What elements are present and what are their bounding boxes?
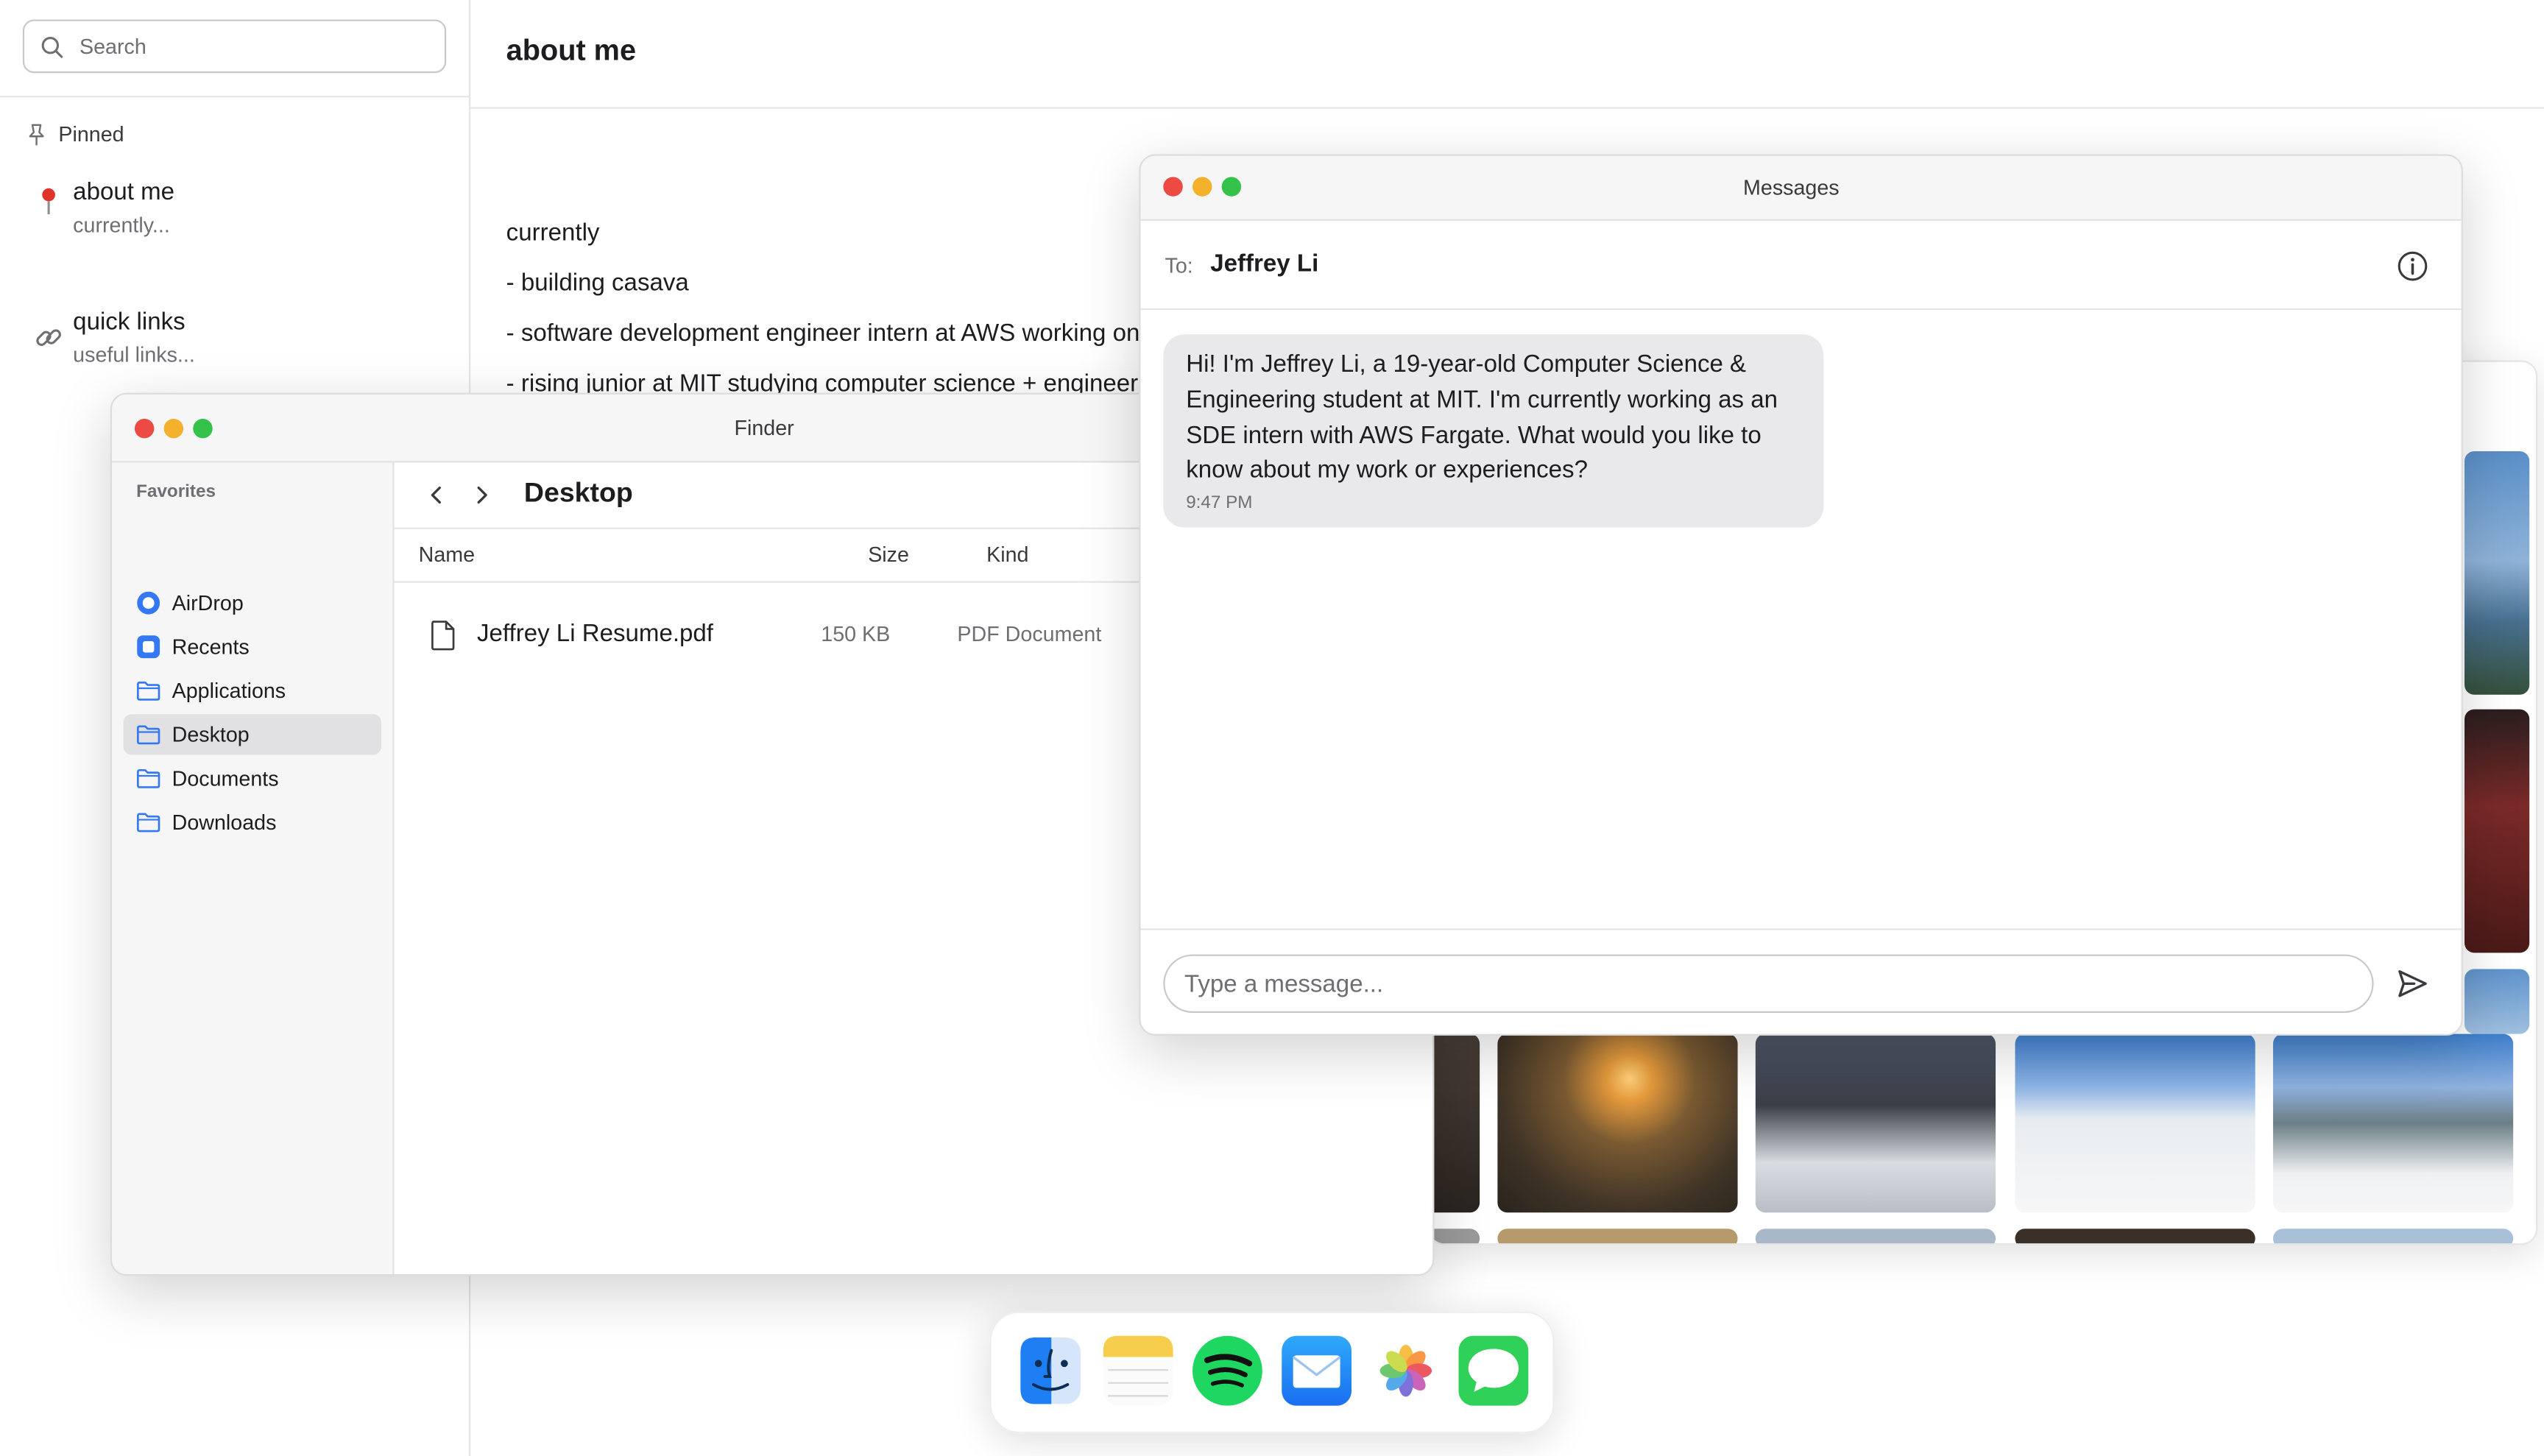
folder-icon [136,810,160,834]
info-icon [2398,251,2428,281]
photo-thumbnail[interactable] [2464,969,2530,1034]
pushpin-icon [32,185,65,225]
sidebar-divider [0,96,471,98]
messages-icon[interactable] [1457,1335,1530,1407]
note-body[interactable]: currently - building casava - software d… [506,208,1188,409]
message-bubble: Hi! I'm Jeffrey Li, a 19-year-old Comput… [1163,334,1824,528]
photo-thumbnail[interactable] [1497,1229,1738,1244]
note-preview: currently... [73,212,170,237]
finder-icon[interactable] [1014,1335,1087,1407]
message-timestamp: 9:47 PM [1186,493,1253,514]
sidebar-item-label: Applications [172,678,286,703]
message-text: Hi! I'm Jeffrey Li, a 19-year-old Comput… [1186,350,1778,484]
finder-sidebar: Favorites AirDrop Recents Applications D… [112,462,395,1275]
pinned-section-header: Pinned [26,121,124,146]
sidebar-item-label: Desktop [172,722,250,747]
messages-titlebar[interactable]: Messages [1140,155,2462,221]
compose-bar [1140,928,2462,1033]
file-size: 150 KB [821,621,891,646]
chevron-right-icon [477,486,487,504]
messages-window[interactable]: Messages To: Jeffrey Li Hi! I'm Jeffrey … [1139,154,2463,1036]
photo-thumbnail[interactable] [2464,451,2530,695]
back-button[interactable] [423,482,449,508]
sidebar-item-recents[interactable]: Recents [124,626,381,667]
column-header-kind[interactable]: Kind [986,543,1028,567]
messages-window-title: Messages [1743,175,1840,200]
dock [989,1311,1555,1434]
spotify-icon[interactable] [1191,1335,1264,1407]
sidebar-item-documents[interactable]: Documents [124,758,381,799]
note-line: currently [506,219,600,247]
link-icon [32,323,65,361]
favorites-label: Favorites [136,481,216,502]
sidebar-item-label: Documents [172,766,279,791]
message-input[interactable] [1163,954,2374,1013]
photo-thumbnail[interactable] [1429,1229,1480,1244]
mail-icon[interactable] [1280,1335,1353,1407]
send-icon [2398,970,2427,997]
folder-icon [136,766,160,791]
pinned-label: Pinned [58,121,124,146]
note-line: - building casava [506,269,689,297]
note-item-quick-links[interactable]: quick links useful links... [32,308,454,381]
forward-button[interactable] [469,482,495,508]
airdrop-icon [136,591,160,615]
sidebar-item-label: Downloads [172,810,277,835]
folder-icon [136,679,160,703]
desktop: Search Pinned about me currently... quic… [0,0,2544,1456]
info-button[interactable] [2396,250,2428,283]
note-item-about-me[interactable]: about me currently... [32,179,454,252]
sidebar-item-airdrop[interactable]: AirDrop [124,583,381,623]
file-kind: PDF Document [957,621,1102,646]
sidebar-item-label: AirDrop [172,590,244,615]
photo-thumbnail[interactable] [1755,1229,1996,1244]
note-title-heading: about me [506,34,637,67]
chevron-left-icon [431,486,441,504]
note-line: - software development engineer intern a… [506,319,1140,347]
notes-search-field[interactable]: Search [22,19,447,74]
document-icon [430,620,456,657]
photo-thumbnail[interactable] [2272,1229,2514,1244]
photo-thumbnail[interactable] [1497,1033,1738,1213]
sidebar-item-applications[interactable]: Applications [124,671,381,711]
photo-thumbnail[interactable] [1429,1033,1480,1213]
photo-thumbnail[interactable] [2272,1033,2514,1213]
photo-thumbnail[interactable] [1755,1033,1996,1213]
column-header-size[interactable]: Size [868,543,909,567]
recents-icon [136,635,160,659]
sidebar-item-desktop[interactable]: Desktop [123,714,381,755]
note-preview: useful links... [73,342,195,367]
notes-icon[interactable] [1102,1335,1175,1407]
file-name: Jeffrey Li Resume.pdf [477,620,714,648]
note-title: quick links [73,308,186,336]
photo-thumbnail[interactable] [2015,1033,2255,1213]
pin-icon [29,123,44,145]
sidebar-item-label: Recents [172,635,250,660]
photo-thumbnail[interactable] [2464,709,2530,953]
note-title: about me [73,178,175,207]
to-label: To: [1165,252,1193,278]
send-button[interactable] [2396,967,2428,1000]
photo-thumbnail[interactable] [2015,1229,2255,1244]
recipient-name[interactable]: Jeffrey Li [1210,250,1318,278]
current-location-title: Desktop [523,477,633,509]
search-placeholder: Search [80,34,146,59]
photos-icon[interactable] [1369,1335,1442,1407]
search-icon [41,35,63,57]
column-header-name[interactable]: Name [419,543,475,567]
note-header: about me [470,0,2544,109]
folder-icon [136,722,160,746]
recipient-bar: To: Jeffrey Li [1140,221,2462,311]
sidebar-item-downloads[interactable]: Downloads [124,802,381,842]
